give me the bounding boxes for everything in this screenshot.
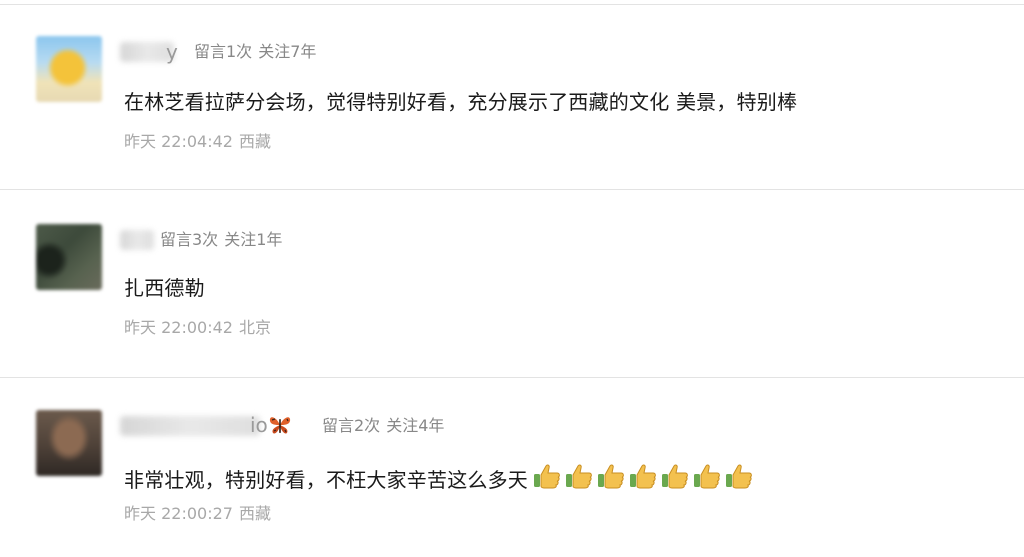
message-count: 留言2次 [322,416,381,435]
time: 昨天 22:00:27 [124,504,233,523]
avatar[interactable] [36,224,102,290]
username-text: io [250,413,268,437]
location: 西藏 [238,132,271,151]
user-meta: 留言2次 关注4年 [322,416,444,436]
comment-timestamp: 昨天 22:00:42 北京 [124,318,271,338]
comment-item: y 留言1次 关注7年 在林芝看拉萨分会场，觉得特别好看，充分展示了西藏的文化 美… [0,0,1024,188]
time: 昨天 22:00:42 [124,318,233,337]
comment-text: 非常壮观，特别好看，不枉大家辛苦这么多天 [124,462,754,496]
avatar[interactable] [36,410,102,476]
follow-duration: 关注7年 [258,42,317,61]
user-meta: 留言1次 关注7年 [194,42,316,62]
username-redacted [120,230,154,250]
butterfly-icon [269,417,290,434]
location: 北京 [238,318,271,337]
thumbs-up-row [530,462,754,496]
comment-text-content: 非常壮观，特别好看，不枉大家辛苦这么多天 [124,468,528,492]
time: 昨天 22:04:42 [124,132,233,151]
location: 西藏 [238,504,271,523]
username-redacted [120,416,260,436]
thumbs-up-icon [630,464,656,489]
thumbs-up-icon [566,464,592,489]
thumbs-up-icon [694,464,720,489]
message-count: 留言1次 [194,42,253,61]
comment-text: 在林芝看拉萨分会场，觉得特别好看，充分展示了西藏的文化 美景，特别棒 [124,90,798,114]
username[interactable]: y [166,41,178,63]
user-meta: 留言3次 关注1年 [160,230,282,250]
message-count: 留言3次 [160,230,219,249]
thumbs-up-icon [598,464,624,489]
comment-item: 留言3次 关注1年 扎西德勒 昨天 22:00:42 北京 [0,190,1024,376]
avatar[interactable] [36,36,102,102]
thumbs-up-icon [726,464,752,489]
thumbs-up-icon [662,464,688,489]
comment-text: 扎西德勒 [124,276,205,300]
follow-duration: 关注1年 [224,230,283,249]
thumbs-up-icon [534,464,560,489]
follow-duration: 关注4年 [386,416,445,435]
comment-item: io 留言2次 关注4年 非常壮观，特别好看，不枉大家辛苦这么多天 昨天 22:0… [0,378,1024,557]
comment-timestamp: 昨天 22:04:42 西藏 [124,132,271,152]
comment-list: y 留言1次 关注7年 在林芝看拉萨分会场，觉得特别好看，充分展示了西藏的文化 美… [0,0,1024,557]
comment-timestamp: 昨天 22:00:27 西藏 [124,504,271,524]
username[interactable]: io [250,414,292,436]
